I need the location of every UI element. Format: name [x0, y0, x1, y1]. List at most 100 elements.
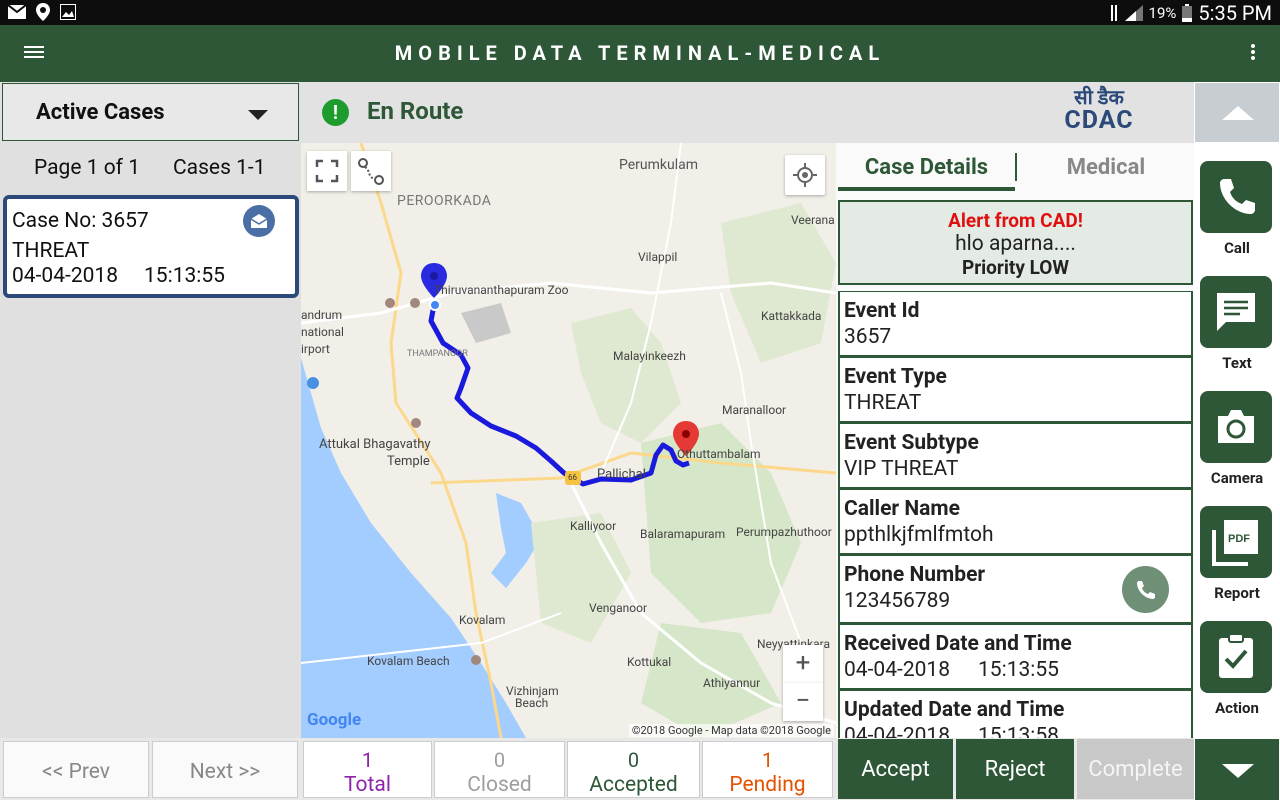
alert-priority: Priority LOW [961, 256, 1070, 279]
mail-icon [8, 5, 26, 19]
field-label: Updated Date and Time [844, 698, 1065, 722]
accept-button[interactable]: Accept [838, 739, 953, 799]
map-label: Othuttambalam [677, 447, 761, 461]
map-label: andrum [301, 308, 343, 322]
field-event-type: Event Type THREAT [838, 357, 1193, 423]
svg-text:PDF: PDF [1228, 533, 1250, 545]
call-caller-button[interactable] [1122, 566, 1169, 613]
case-filter-dropdown[interactable]: Active Cases [2, 83, 299, 141]
call-label: Call [1224, 239, 1250, 257]
report-label: Report [1214, 584, 1260, 602]
zoom-in-button[interactable]: + [783, 645, 823, 683]
case-status: En Route [367, 97, 464, 125]
alert-message: hlo aparna.... [955, 232, 1076, 256]
clock: 5:35 PM [1198, 0, 1272, 25]
count-total[interactable]: 1 Total [303, 741, 432, 798]
tab-case-details[interactable]: Case Details [838, 143, 1015, 191]
camera-label: Camera [1210, 469, 1264, 487]
map-label: Kovalam Beach [367, 654, 450, 668]
field-caller-name: Caller Name ppthlkjfmlfmtoh [838, 489, 1193, 555]
field-value: 3657 [844, 325, 892, 349]
mail-open-icon [243, 205, 275, 237]
overflow-menu-icon[interactable] [1248, 42, 1258, 66]
text-label: Text [1222, 354, 1252, 372]
fullscreen-icon [315, 159, 339, 183]
message-icon [1217, 293, 1255, 331]
field-value: 04-04-2018 [844, 658, 951, 682]
field-received-datetime: Received Date and Time 04-04-2018 15:13:… [838, 624, 1193, 690]
road-number: 66 [568, 473, 577, 482]
call-button[interactable] [1200, 161, 1272, 233]
case-date: 04-04-2018 [12, 264, 119, 288]
map-label: Maranalloor [722, 403, 787, 417]
paging-info: Page 1 of 1 Cases 1-1 [0, 154, 301, 184]
case-filter-label: Active Cases [36, 100, 165, 125]
pdf-icon: PDF [1212, 520, 1258, 566]
count-accepted[interactable]: 0 Accepted [567, 741, 700, 798]
reject-button[interactable]: Reject [956, 739, 1074, 799]
map-label: THAMPANOOR [407, 349, 468, 359]
map-label: Veerana [791, 213, 835, 227]
field-value: ppthlkjfmlfmtoh [844, 523, 994, 547]
field-value: THREAT [844, 391, 922, 415]
count-pending-label: Pending [729, 773, 806, 797]
scroll-up-button[interactable] [1195, 83, 1279, 142]
my-location-button[interactable] [785, 155, 825, 195]
chevron-down-icon [248, 110, 268, 120]
map-label: Kottukal [627, 655, 672, 669]
phone-icon [1220, 179, 1255, 214]
report-button[interactable]: PDF [1200, 506, 1272, 578]
route-map[interactable]: Perumkulam PEROORKADA Veerana Vilappil T… [301, 143, 836, 738]
cdac-logo: सी डैक CDAC [1061, 85, 1137, 137]
field-value-time: 15:13:55 [978, 658, 1059, 682]
field-label: Event Subtype [844, 431, 979, 455]
clipboard-check-icon [1219, 633, 1253, 678]
field-value: VIP THREAT [844, 457, 959, 481]
case-number: Case No: 3657 [12, 209, 149, 233]
next-page-button[interactable]: Next >> [152, 741, 298, 798]
field-phone-number: Phone Number 123456789 [838, 555, 1193, 624]
count-closed[interactable]: 0 Closed [434, 741, 565, 798]
map-label: Pallichal [597, 467, 646, 482]
count-pending-number: 1 [761, 748, 774, 772]
field-label: Phone Number [844, 563, 986, 587]
signal-icon [1124, 4, 1143, 21]
text-button[interactable] [1200, 276, 1272, 348]
location-icon [36, 3, 50, 21]
fullscreen-button[interactable] [307, 151, 347, 191]
field-updated-datetime: Updated Date and Time 04-04-2018 15:13:5… [838, 690, 1193, 738]
field-value-time: 15:13:58 [978, 724, 1059, 738]
map-label: PEROORKADA [397, 193, 492, 209]
complete-button[interactable]: Complete [1077, 739, 1194, 799]
field-value: 04-04-2018 [844, 724, 951, 738]
count-pending[interactable]: 1 Pending [702, 741, 833, 798]
action-button[interactable] [1200, 621, 1272, 693]
count-total-number: 1 [361, 748, 374, 772]
map-label: irport [301, 342, 330, 356]
camera-button[interactable] [1200, 391, 1272, 463]
tab-medical[interactable]: Medical [1018, 143, 1194, 191]
action-label: Action [1215, 699, 1259, 717]
zoom-out-button[interactable]: − [783, 683, 823, 721]
app-title: MOBILE DATA TERMINAL-MEDICAL [394, 41, 886, 65]
directions-button[interactable] [351, 151, 391, 191]
battery-icon [1182, 3, 1193, 22]
prev-page-button[interactable]: << Prev [3, 741, 149, 798]
chevron-up-icon [1222, 106, 1254, 120]
google-logo: Google [307, 710, 362, 730]
map-label: Perumpazhuthoor [736, 525, 832, 539]
map-label: Vilappil [638, 250, 678, 264]
map-label: national [301, 325, 344, 339]
map-label: Temple [387, 454, 430, 469]
directions-icon [358, 158, 384, 185]
status-strip: ! En Route सी डैक CDAC [301, 82, 1194, 143]
case-card[interactable]: Case No: 3657 THREAT 04-04-2018 15:13:55 [3, 195, 299, 298]
cad-alert-box: Alert from CAD! hlo aparna.... Priority … [838, 200, 1193, 285]
field-event-subtype: Event Subtype VIP THREAT [838, 423, 1193, 489]
scroll-down-button[interactable] [1195, 739, 1279, 800]
battery-percent: 19% [1148, 3, 1177, 22]
case-list-panel: Active Cases Page 1 of 1 Cases 1-1 Case … [0, 82, 301, 800]
data-icon [1110, 4, 1117, 21]
map-label: Athiyannur [703, 676, 761, 690]
map-label: Kalliyoor [570, 519, 617, 533]
